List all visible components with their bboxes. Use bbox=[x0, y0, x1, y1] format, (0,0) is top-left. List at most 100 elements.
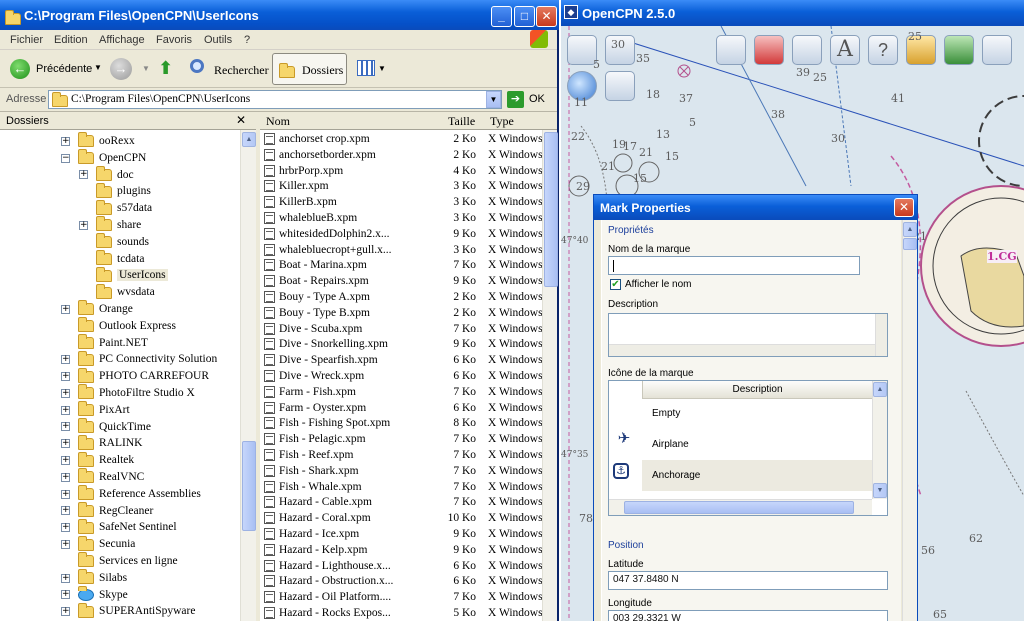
tree-item[interactable]: − OpenCPN bbox=[61, 149, 146, 166]
file-scroll-thumb[interactable] bbox=[544, 132, 558, 287]
expand-toggle-icon[interactable]: − bbox=[61, 153, 70, 163]
file-row[interactable]: Fish - Shark.xpm 7 Ko X Windows bbox=[260, 463, 542, 479]
file-row[interactable]: Boat - Marina.xpm 7 Ko X Windows bbox=[260, 257, 542, 273]
file-row[interactable]: Dive - Spearfish.xpm 6 Ko X Windows bbox=[260, 352, 542, 368]
menu-fichier[interactable]: Fichier bbox=[10, 34, 43, 46]
forward-dropdown-icon[interactable]: ▼ bbox=[142, 64, 150, 73]
file-row[interactable]: Dive - Snorkelling.xpm 9 Ko X Windows bbox=[260, 336, 542, 352]
dialog-scroll-thumb[interactable] bbox=[903, 238, 917, 250]
folders-button[interactable]: Dossiers bbox=[272, 53, 347, 85]
tools-icon[interactable] bbox=[792, 35, 822, 65]
route-icon[interactable] bbox=[716, 35, 746, 65]
tree-item[interactable]: + PC Connectivity Solution bbox=[61, 350, 217, 367]
tree-scroll-thumb[interactable] bbox=[242, 441, 256, 531]
expand-toggle-icon[interactable]: + bbox=[61, 372, 70, 382]
file-row[interactable]: Fish - Reef.xpm 7 Ko X Windows bbox=[260, 447, 542, 463]
tree-item[interactable]: + RALINK bbox=[61, 434, 142, 451]
file-row[interactable]: whaleblueB.xpm 3 Ko X Windows bbox=[260, 210, 542, 226]
expand-toggle-icon[interactable]: + bbox=[61, 388, 70, 398]
file-row[interactable]: Fish - Fishing Spot.xpm 8 Ko X Windows bbox=[260, 415, 542, 431]
menu-affichage[interactable]: Affichage bbox=[99, 34, 145, 46]
expand-toggle-icon[interactable]: + bbox=[61, 607, 70, 617]
file-row[interactable]: anchorset crop.xpm 2 Ko X Windows bbox=[260, 131, 542, 147]
expand-toggle-icon[interactable]: + bbox=[61, 523, 70, 533]
tree-item[interactable]: + doc bbox=[79, 165, 134, 183]
icon-hscroll-thumb[interactable] bbox=[624, 501, 854, 514]
tree-item[interactable]: + RegCleaner bbox=[61, 501, 153, 519]
tree-item[interactable]: Services en ligne bbox=[61, 552, 178, 569]
tree-item[interactable]: + PixArt bbox=[61, 401, 130, 418]
icon-scroll-down-icon[interactable]: ▼ bbox=[873, 483, 887, 498]
tree-item[interactable]: Paint.NET bbox=[61, 333, 148, 351]
expand-toggle-icon[interactable]: + bbox=[79, 170, 88, 180]
file-row[interactable]: Fish - Whale.xpm 7 Ko X Windows bbox=[260, 479, 542, 495]
icon-list-header[interactable]: Description bbox=[642, 381, 872, 399]
up-folder-icon[interactable]: ⬆ bbox=[158, 58, 176, 80]
file-row[interactable]: whitesidedDolphin2.x... 9 Ko X Windows bbox=[260, 226, 542, 242]
file-list-scrollbar[interactable] bbox=[542, 130, 558, 621]
expand-toggle-icon[interactable]: + bbox=[61, 506, 70, 516]
icon-row-anchorage[interactable]: Anchorage bbox=[642, 460, 872, 491]
file-row[interactable]: hrbrPorp.xpm 4 Ko X Windows bbox=[260, 163, 542, 179]
settings-icon[interactable] bbox=[982, 35, 1012, 65]
expand-toggle-icon[interactable]: + bbox=[61, 472, 70, 482]
folders-pane-close-icon[interactable]: ✕ bbox=[236, 113, 246, 127]
description-textarea[interactable] bbox=[608, 313, 888, 357]
expand-toggle-icon[interactable]: + bbox=[61, 590, 70, 600]
text-icon[interactable]: A bbox=[830, 35, 860, 65]
expand-toggle-icon[interactable]: + bbox=[61, 304, 70, 314]
expand-toggle-icon[interactable]: + bbox=[61, 456, 70, 466]
icon-list-vscrollbar[interactable]: ▲ ▼ bbox=[872, 381, 887, 499]
dialog-close-button[interactable]: ✕ bbox=[894, 198, 914, 217]
tree-item[interactable]: tcdata bbox=[79, 249, 144, 267]
file-row[interactable]: Hazard - Coral.xpm 10 Ko X Windows bbox=[260, 510, 542, 526]
opencpn-titlebar[interactable]: ◆ OpenCPN 2.5.0 bbox=[561, 0, 1024, 26]
file-row[interactable]: Hazard - Lighthouse.x... 6 Ko X Windows bbox=[260, 558, 542, 574]
folder-tree-scrollbar[interactable]: ▲ bbox=[240, 130, 256, 621]
tree-item[interactable]: + RealVNC bbox=[61, 468, 144, 485]
tree-item[interactable]: + Skype bbox=[61, 585, 128, 603]
help-icon[interactable]: ? bbox=[868, 35, 898, 65]
back-button[interactable]: ← Précédente ▼ bbox=[6, 58, 102, 80]
dialog-scrollbar[interactable]: ▲ bbox=[902, 220, 917, 621]
search-button[interactable]: Rechercher bbox=[188, 58, 269, 80]
file-row[interactable]: Fish - Pelagic.xpm 7 Ko X Windows bbox=[260, 431, 542, 447]
tree-item[interactable]: plugins bbox=[79, 182, 151, 199]
back-dropdown-icon[interactable]: ▼ bbox=[94, 63, 102, 72]
tree-item[interactable]: + Realtek bbox=[61, 451, 134, 468]
tree-item[interactable]: + Silabs bbox=[61, 569, 127, 586]
tree-scroll-up-icon[interactable]: ▲ bbox=[242, 132, 256, 147]
tree-item[interactable]: s57data bbox=[79, 199, 152, 216]
description-hscrollbar[interactable] bbox=[609, 344, 875, 356]
file-row[interactable]: KillerB.xpm 3 Ko X Windows bbox=[260, 194, 542, 210]
dialog-titlebar[interactable]: Mark Properties ✕ bbox=[594, 195, 917, 220]
address-input[interactable]: C:\Program Files\OpenCPN\UserIcons ▼ bbox=[48, 90, 502, 109]
icon-row-empty[interactable]: Empty bbox=[642, 399, 872, 429]
close-button[interactable]: ✕ bbox=[536, 6, 557, 27]
expand-toggle-icon[interactable]: + bbox=[79, 220, 88, 230]
mark-name-input[interactable] bbox=[608, 256, 860, 275]
tree-item[interactable]: + share bbox=[79, 216, 141, 233]
icon-row-airplane[interactable]: Airplane bbox=[642, 429, 872, 460]
tree-item[interactable]: + PHOTO CARREFOUR bbox=[61, 367, 209, 384]
expand-toggle-icon[interactable]: + bbox=[61, 540, 70, 550]
expand-toggle-icon[interactable]: + bbox=[61, 573, 70, 583]
file-row[interactable]: whalebluecropt+gull.x... 3 Ko X Windows bbox=[260, 242, 542, 258]
icon-scroll-up-icon[interactable]: ▲ bbox=[873, 382, 887, 397]
expand-toggle-icon[interactable]: + bbox=[61, 422, 70, 432]
forward-arrow-icon[interactable]: → bbox=[110, 58, 132, 80]
explorer-titlebar[interactable]: C:\Program Files\OpenCPN\UserIcons _ □ ✕ bbox=[0, 0, 559, 30]
print-icon[interactable] bbox=[605, 71, 635, 101]
file-row[interactable]: Dive - Wreck.xpm 6 Ko X Windows bbox=[260, 368, 542, 384]
expand-toggle-icon[interactable]: + bbox=[61, 136, 70, 146]
file-row[interactable]: Bouy - Type B.xpm 2 Ko X Windows bbox=[260, 305, 542, 321]
expand-toggle-icon[interactable]: + bbox=[61, 355, 70, 365]
column-type[interactable]: Type bbox=[490, 114, 514, 129]
file-row[interactable]: Boat - Repairs.xpm 9 Ko X Windows bbox=[260, 273, 542, 289]
tree-item[interactable]: Outlook Express bbox=[61, 317, 176, 334]
file-row[interactable]: Hazard - Rocks Expos... 5 Ko X Windows bbox=[260, 605, 542, 621]
tree-item[interactable]: wvsdata bbox=[79, 283, 155, 300]
minimize-button[interactable]: _ bbox=[491, 6, 512, 27]
address-dropdown-icon[interactable]: ▼ bbox=[486, 91, 501, 108]
tree-item[interactable]: + Orange bbox=[61, 300, 133, 317]
